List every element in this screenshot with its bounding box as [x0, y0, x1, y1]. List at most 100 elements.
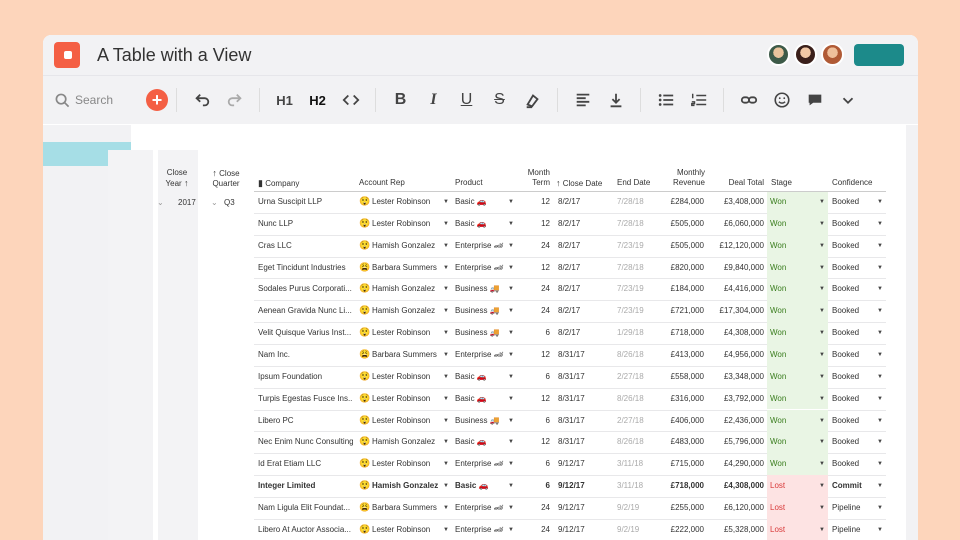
dropdown-arrow-icon[interactable]: ▼ [819, 265, 825, 271]
dropdown-arrow-icon[interactable]: ▼ [877, 265, 883, 271]
company-cell[interactable]: Nunc LLP [258, 219, 353, 229]
monthly-revenue-cell[interactable]: £715,000 [655, 459, 704, 469]
product-cell[interactable]: Business 🚚 [455, 328, 500, 338]
account-rep-cell[interactable]: Hamish Gonzalez [372, 306, 435, 316]
company-cell[interactable]: Libero At Auctor Associa... [258, 525, 353, 535]
product-cell[interactable]: Enterprise 🏎 [455, 459, 504, 469]
dropdown-arrow-icon[interactable]: ▼ [443, 286, 449, 292]
account-rep-cell[interactable]: Lester Robinson [372, 525, 430, 535]
stage-cell[interactable]: Won [770, 394, 786, 404]
close-date-cell[interactable]: 9/12/17 [558, 481, 585, 491]
confidence-cell[interactable]: Booked [832, 241, 859, 251]
h2-icon[interactable]: H2 [301, 85, 334, 115]
dropdown-arrow-icon[interactable]: ▼ [877, 199, 883, 205]
confidence-cell[interactable]: Booked [832, 306, 859, 316]
close-date-cell[interactable]: 8/2/17 [558, 306, 580, 316]
dropdown-arrow-icon[interactable]: ▼ [508, 374, 514, 380]
month-term-cell[interactable]: 24 [525, 306, 550, 316]
highlight-icon[interactable] [516, 85, 549, 115]
month-term-cell[interactable]: 12 [525, 197, 550, 207]
avatar[interactable] [794, 43, 817, 66]
dropdown-arrow-icon[interactable]: ▼ [443, 265, 449, 271]
header-end-date[interactable]: End Date [617, 178, 650, 188]
monthly-revenue-cell[interactable]: £558,000 [655, 372, 704, 382]
avatar[interactable] [821, 43, 844, 66]
close-date-cell[interactable]: 9/12/17 [558, 459, 585, 469]
company-cell[interactable]: Velit Quisque Varius Inst... [258, 328, 353, 338]
close-date-cell[interactable]: 8/2/17 [558, 197, 580, 207]
month-term-cell[interactable]: 24 [525, 241, 550, 251]
header-product[interactable]: Product [455, 178, 483, 188]
product-cell[interactable]: Enterprise 🏎 [455, 503, 504, 513]
confidence-cell[interactable]: Booked [832, 416, 859, 426]
month-term-cell[interactable]: 24 [525, 284, 550, 294]
dropdown-arrow-icon[interactable]: ▼ [877, 330, 883, 336]
close-date-cell[interactable]: 8/2/17 [558, 284, 580, 294]
header-confidence[interactable]: Confidence [832, 178, 872, 188]
product-cell[interactable]: Basic 🚗 [455, 197, 487, 207]
confidence-cell[interactable]: Booked [832, 219, 859, 229]
stage-cell[interactable]: Won [770, 284, 786, 294]
dropdown-arrow-icon[interactable]: ▼ [819, 243, 825, 249]
month-term-cell[interactable]: 12 [525, 350, 550, 360]
product-cell[interactable]: Enterprise 🏎 [455, 525, 504, 535]
dropdown-arrow-icon[interactable]: ▼ [508, 308, 514, 314]
close-date-cell[interactable]: 8/31/17 [558, 437, 585, 447]
dropdown-arrow-icon[interactable]: ▼ [819, 308, 825, 314]
close-date-cell[interactable]: 8/2/17 [558, 328, 580, 338]
dropdown-arrow-icon[interactable]: ▼ [508, 330, 514, 336]
dropdown-arrow-icon[interactable]: ▼ [508, 243, 514, 249]
company-cell[interactable]: Sodales Purus Corporati... [258, 284, 353, 294]
header-close-year[interactable]: Close Year ↑ [162, 168, 192, 189]
account-rep-cell[interactable]: Lester Robinson [372, 416, 430, 426]
company-cell[interactable]: Nec Enim Nunc Consulting [258, 437, 353, 447]
dropdown-arrow-icon[interactable]: ▼ [508, 396, 514, 402]
close-date-cell[interactable]: 8/2/17 [558, 241, 580, 251]
monthly-revenue-cell[interactable]: £483,000 [655, 437, 704, 447]
h1-icon[interactable]: H1 [268, 85, 301, 115]
monthly-revenue-cell[interactable]: £222,000 [655, 525, 704, 535]
product-cell[interactable]: Enterprise 🏎 [455, 350, 504, 360]
account-rep-cell[interactable]: Barbara Summers [372, 350, 437, 360]
dropdown-arrow-icon[interactable]: ▼ [877, 243, 883, 249]
company-cell[interactable]: Nam Ligula Elit Foundat... [258, 503, 353, 513]
stage-cell[interactable]: Won [770, 459, 786, 469]
stage-cell[interactable]: Lost [770, 503, 785, 513]
account-rep-cell[interactable]: Hamish Gonzalez [372, 284, 435, 294]
product-cell[interactable]: Basic 🚗 [455, 437, 487, 447]
monthly-revenue-cell[interactable]: £284,000 [655, 197, 704, 207]
company-cell[interactable]: Cras LLC [258, 241, 353, 251]
app-logo[interactable] [54, 42, 80, 68]
code-icon[interactable] [334, 85, 367, 115]
stage-cell[interactable]: Won [770, 437, 786, 447]
dropdown-arrow-icon[interactable]: ▼ [443, 527, 449, 533]
emoji-icon[interactable] [765, 85, 798, 115]
account-rep-cell[interactable]: Barbara Summers [372, 263, 437, 273]
product-cell[interactable]: Enterprise 🏎 [455, 263, 504, 273]
account-rep-cell[interactable]: Lester Robinson [372, 197, 430, 207]
month-term-cell[interactable]: 6 [525, 416, 550, 426]
close-date-cell[interactable]: 9/12/17 [558, 525, 585, 535]
dropdown-arrow-icon[interactable]: ▼ [443, 199, 449, 205]
dropdown-arrow-icon[interactable]: ▼ [819, 286, 825, 292]
dropdown-arrow-icon[interactable]: ▼ [877, 483, 883, 489]
close-date-cell[interactable]: 8/31/17 [558, 350, 585, 360]
product-cell[interactable]: Basic 🚗 [455, 481, 489, 491]
dropdown-arrow-icon[interactable]: ▼ [443, 352, 449, 358]
dropdown-arrow-icon[interactable]: ▼ [508, 265, 514, 271]
confidence-cell[interactable]: Booked [832, 459, 859, 469]
stage-cell[interactable]: Won [770, 350, 786, 360]
dropdown-arrow-icon[interactable]: ▼ [819, 330, 825, 336]
dropdown-arrow-icon[interactable]: ▼ [508, 221, 514, 227]
dropdown-arrow-icon[interactable]: ▼ [819, 439, 825, 445]
dropdown-arrow-icon[interactable]: ▼ [508, 483, 514, 489]
stage-cell[interactable]: Won [770, 219, 786, 229]
dropdown-arrow-icon[interactable]: ▼ [877, 418, 883, 424]
header-company[interactable]: ▮ Company [258, 178, 299, 189]
dropdown-arrow-icon[interactable]: ▼ [443, 221, 449, 227]
month-term-cell[interactable]: 6 [525, 481, 550, 491]
stage-cell[interactable]: Won [770, 306, 786, 316]
dropdown-arrow-icon[interactable]: ▼ [819, 374, 825, 380]
bold-icon[interactable]: B [384, 85, 417, 115]
dropdown-arrow-icon[interactable]: ▼ [877, 221, 883, 227]
